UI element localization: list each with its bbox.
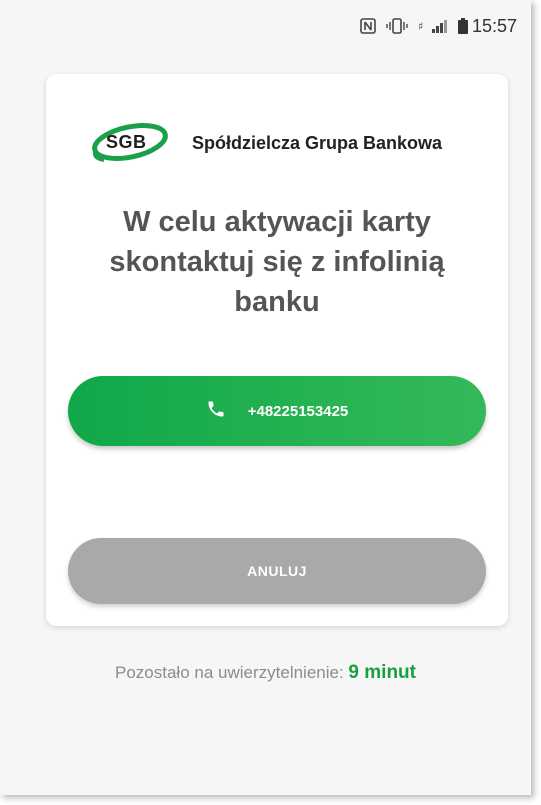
nfc-icon [360, 18, 376, 34]
vibrate-icon [386, 18, 408, 34]
timer-value: 9 minut [348, 662, 416, 683]
brand-header: SGB Spółdzielcza Grupa Bankowa [84, 120, 442, 166]
phone-icon [206, 399, 226, 423]
phone-screen: ♯ 15:57 SGB Spółdzielcza Grupa Bankowa W… [0, 0, 531, 795]
cancel-button[interactable]: ANULUJ [68, 538, 486, 604]
status-time: 15:57 [471, 15, 517, 36]
activation-message: W celu aktywacji karty skontaktuj się z … [109, 206, 445, 318]
logo-text: SGB [106, 132, 147, 152]
auth-timer: Pozostało na uwierzytelnienie: 9 minut [0, 662, 531, 684]
status-bar: ♯ 15:57 [0, 0, 531, 52]
svg-text:♯: ♯ [418, 20, 423, 33]
call-hotline-button[interactable]: +48225153425 [68, 376, 486, 446]
bank-name: Spółdzielcza Grupa Bankowa [192, 132, 443, 153]
signal-icon: ♯ [418, 18, 448, 34]
call-button-label: +48225153425 [247, 402, 349, 420]
timer-prefix: Pozostało na uwierzytelnienie: [115, 663, 344, 682]
activation-card: SGB Spółdzielcza Grupa Bankowa W celu ak… [46, 74, 508, 626]
battery-icon [457, 18, 468, 34]
sgb-logo: SGB [84, 120, 180, 166]
